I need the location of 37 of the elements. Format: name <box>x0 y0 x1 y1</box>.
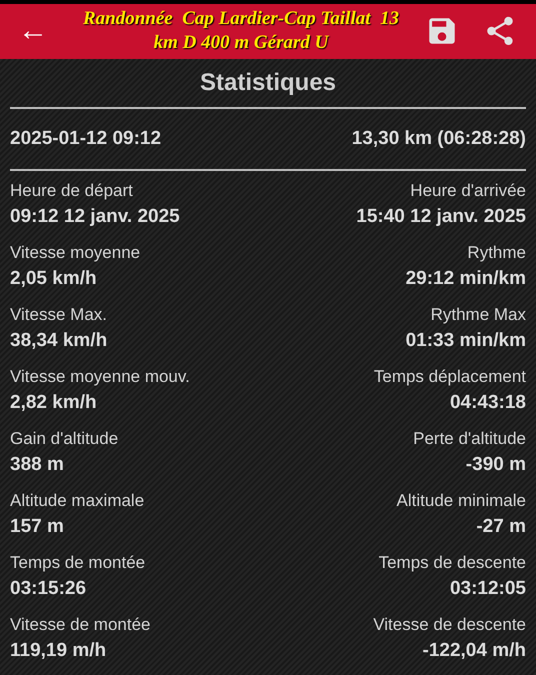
stat-value: 01:33 min/km <box>406 329 526 353</box>
stat-value: 2,05 km/h <box>10 267 97 291</box>
stat-label: Vitesse de descente <box>373 614 526 636</box>
stat-value: -122,04 m/h <box>422 639 526 663</box>
stat-label: Temps de montée <box>10 552 146 574</box>
stat-label: Vitesse moyenne <box>10 242 140 264</box>
stat-value: 04:43:18 <box>450 391 526 415</box>
section-heading: Statistiques <box>200 68 336 98</box>
stat-value: 119,19 m/h <box>10 639 106 663</box>
stat-value: 38,34 km/h <box>10 329 108 353</box>
stat-value: 388 m <box>10 453 64 477</box>
stat-value: 03:15:26 <box>10 577 86 601</box>
back-button[interactable]: ← <box>18 16 58 46</box>
track-distance: 13,30 km (06:28:28) <box>352 126 526 151</box>
stat-label: Vitesse de montée <box>10 614 150 636</box>
stat-value: 29:12 min/km <box>406 267 526 291</box>
stat-label: Altitude minimale <box>396 490 526 512</box>
stat-label: Altitude maximale <box>10 490 144 512</box>
stat-value: -27 m <box>476 515 526 539</box>
stat-label: Gain d'altitude <box>10 428 118 450</box>
app-title: Randonnée Cap Lardier-Cap Taillat 13 km D 400 m Gérard U <box>82 7 400 56</box>
stat-value: -390 m <box>466 453 526 477</box>
stat-label: Rythme Max <box>430 304 526 326</box>
track-date: 2025-01-12 09:12 <box>10 126 162 151</box>
stat-value: 09:12 12 janv. 2025 <box>10 205 180 229</box>
stat-label: Heure d'arrivée <box>410 180 526 202</box>
stat-label: Vitesse Max. <box>10 304 108 326</box>
stat-label: Rythme <box>467 242 526 264</box>
stat-value: 15:40 12 janv. 2025 <box>356 205 526 229</box>
stat-label: Temps déplacement <box>374 366 526 388</box>
stat-label: Vitesse moyenne mouv. <box>10 366 190 388</box>
stat-value: 03:12:05 <box>450 577 526 601</box>
stat-value: 2,82 km/h <box>10 391 97 415</box>
stat-label: Temps de descente <box>378 552 526 574</box>
stat-value: 157 m <box>10 515 64 539</box>
stat-label: Perte d'altitude <box>413 428 526 450</box>
stat-label: Heure de départ <box>10 180 133 202</box>
